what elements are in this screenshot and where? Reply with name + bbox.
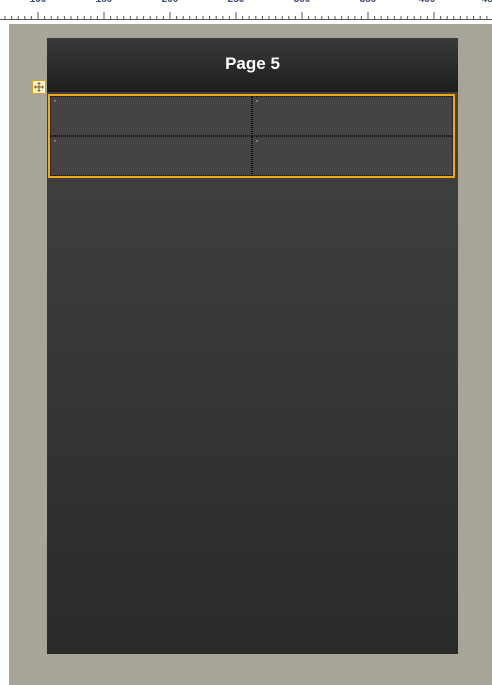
ruler-label-100: 100	[30, 0, 47, 6]
ruler-label-350: 350	[360, 0, 377, 6]
ruler-label-150: 150	[96, 0, 113, 6]
cell-marker	[54, 100, 56, 102]
page-title: Page 5	[225, 54, 280, 73]
grid-cell-r1c2[interactable]	[252, 96, 453, 136]
grid-cell-r1c1[interactable]	[50, 96, 252, 136]
cell-marker	[256, 140, 258, 142]
ruler-label-250: 250	[228, 0, 245, 6]
ruler-label-400: 400	[419, 0, 436, 6]
page-header[interactable]: Page 5	[47, 38, 458, 92]
ruler-label-200: 200	[162, 0, 179, 6]
grid-cell-r2c1[interactable]	[50, 136, 252, 176]
cell-marker	[256, 100, 258, 102]
layout-grid[interactable]	[48, 94, 455, 178]
move-handle[interactable]	[32, 80, 46, 94]
ruler-label-300: 300	[294, 0, 311, 6]
move-arrows-icon	[34, 82, 44, 92]
horizontal-ruler: 100 150 200 250 300 350 400 450	[0, 0, 492, 24]
grid-cell-r2c2[interactable]	[252, 136, 453, 176]
cell-marker	[54, 140, 56, 142]
ruler-label-450: 450	[482, 0, 492, 6]
